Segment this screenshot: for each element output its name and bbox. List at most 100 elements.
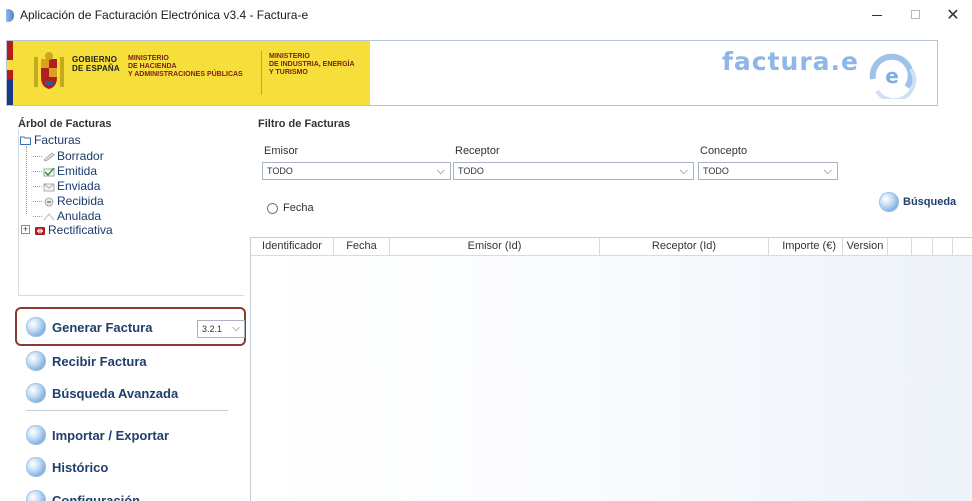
chevron-down-icon: ⌵	[436, 165, 445, 177]
tree-item-enviada[interactable]: Enviada	[33, 179, 100, 193]
orb-icon	[26, 425, 46, 445]
flag-strip	[7, 41, 13, 105]
gobierno-line2: DE ESPAÑA	[72, 64, 120, 73]
government-banner: GOBIERNO DE ESPAÑA MINISTERIO DE HACIEND…	[7, 41, 370, 105]
window-title: Aplicación de Facturación Electrónica v3…	[20, 8, 309, 22]
tree-item-label: Enviada	[57, 179, 101, 193]
ministerio2-line3: Y TURISMO	[269, 69, 308, 76]
banner-divider	[261, 51, 262, 95]
fecha-label: Fecha	[283, 202, 314, 214]
tree-item-label: Rectificativa	[48, 223, 113, 237]
chevron-down-icon: ⌵	[232, 323, 240, 334]
invoices-table: Identificador Fecha Emisor (Id) Receptor…	[250, 237, 972, 501]
column-header-emisor[interactable]: Emisor (Id)	[390, 238, 600, 256]
column-header-importe[interactable]: Importe (€)	[769, 238, 843, 256]
orb-icon	[879, 192, 899, 212]
generar-factura-label: Generar Factura	[52, 319, 153, 335]
tree-title: Árbol de Facturas	[18, 118, 112, 130]
pencil-icon	[43, 152, 55, 162]
fecha-radio[interactable]: Fecha	[267, 202, 314, 214]
gobierno-line1: GOBIERNO	[72, 55, 118, 64]
recibir-factura-button[interactable]: Recibir Factura	[26, 348, 147, 374]
column-header-extra2[interactable]	[912, 238, 933, 256]
table-header: Identificador Fecha Emisor (Id) Receptor…	[251, 238, 972, 256]
column-header-extra1[interactable]	[888, 238, 912, 256]
emisor-label: Emisor	[264, 145, 299, 157]
concepto-select[interactable]: TODO ⌵	[698, 162, 838, 180]
historico-label: Histórico	[52, 459, 109, 475]
column-header-receptor[interactable]: Receptor (Id)	[600, 238, 769, 256]
concepto-label: Concepto	[700, 145, 748, 157]
tree-item-emitida[interactable]: Emitida	[33, 164, 97, 178]
orb-icon	[26, 457, 46, 477]
emisor-value: TODO	[267, 166, 293, 176]
tree-item-label: Emitida	[57, 164, 98, 178]
importar-exportar-label: Importar / Exportar	[52, 427, 170, 443]
tree-item-rectificativa[interactable]: Rectificativa	[34, 223, 113, 237]
chevron-down-icon: ⌵	[679, 165, 688, 177]
recibir-factura-label: Recibir Factura	[52, 353, 147, 369]
column-header-fecha[interactable]: Fecha	[334, 238, 390, 256]
ministerio1-line2: DE HACIENDA	[128, 63, 177, 70]
tree-connector	[33, 186, 42, 188]
chevron-down-icon: ⌵	[823, 165, 832, 177]
coat-of-arms-icon	[34, 52, 64, 89]
tree-item-label: Recibida	[57, 194, 104, 208]
configuracion-button-clip: Configuración	[26, 487, 140, 501]
header-banner: GOBIERNO DE ESPAÑA MINISTERIO DE HACIEND…	[6, 40, 938, 106]
minimize-button[interactable]	[862, 4, 892, 26]
ministerio1-line1: MINISTERIO	[128, 55, 169, 62]
inbox-icon	[44, 197, 54, 207]
column-header-extra3[interactable]	[933, 238, 953, 256]
tree-connector	[33, 201, 42, 203]
tree-item-label: Borrador	[57, 149, 104, 163]
importar-exportar-button[interactable]: Importar / Exportar	[26, 422, 169, 448]
facturae-logo-text: factura.e	[722, 47, 859, 76]
ministerio-hacienda-label: MINISTERIO DE HACIENDA Y ADMINISTRACIONE…	[128, 55, 243, 79]
busqueda-avanzada-button[interactable]: Búsqueda Avanzada	[26, 380, 178, 406]
folder-icon	[20, 136, 31, 145]
cancelled-icon	[43, 213, 55, 221]
tree-item-recibida[interactable]: Recibida	[33, 194, 104, 208]
configuracion-label: Configuración	[52, 492, 141, 501]
svg-text:e: e	[885, 64, 899, 88]
actions-divider	[26, 410, 228, 411]
column-header-version[interactable]: Version	[843, 238, 888, 256]
orb-icon	[26, 490, 46, 501]
facturae-logo-icon: e	[869, 53, 917, 99]
tree-root-facturas[interactable]: Facturas	[34, 133, 81, 147]
generar-factura-button[interactable]: Generar Factura	[26, 314, 152, 340]
historico-button[interactable]: Histórico	[26, 454, 108, 480]
receptor-value: TODO	[458, 166, 484, 176]
check-document-icon	[43, 167, 55, 177]
column-header-identificador[interactable]: Identificador	[251, 238, 334, 256]
ministerio-industria-label: MINISTERIO DE INDUSTRIA, ENERGÍA Y TURIS…	[269, 53, 355, 77]
busqueda-button[interactable]: Búsqueda	[879, 192, 956, 212]
tree-item-borrador[interactable]: Borrador	[33, 149, 104, 163]
orb-icon	[26, 351, 46, 371]
busqueda-label: Búsqueda	[903, 196, 957, 208]
orb-icon	[26, 317, 46, 337]
orb-icon	[26, 383, 46, 403]
tree-connector	[26, 146, 27, 214]
tree-connector	[33, 171, 42, 173]
gobierno-label: GOBIERNO DE ESPAÑA	[72, 55, 120, 73]
configuracion-button[interactable]: Configuración	[26, 487, 140, 501]
expand-rectificativa-toggle[interactable]: +	[21, 225, 30, 234]
radio-circle	[267, 202, 278, 214]
ministerio2-line2: DE INDUSTRIA, ENERGÍA	[269, 61, 355, 68]
envelope-icon	[43, 183, 55, 192]
window-titlebar: Aplicación de Facturación Electrónica v3…	[0, 0, 972, 32]
tree-item-anulada[interactable]: Anulada	[33, 209, 101, 223]
receptor-select[interactable]: TODO ⌵	[453, 162, 694, 180]
minimize-icon	[872, 15, 882, 16]
emisor-select[interactable]: TODO ⌵	[262, 162, 451, 180]
maximize-icon	[910, 10, 920, 19]
close-button[interactable]: ✕	[938, 4, 968, 26]
tree-item-label: Anulada	[57, 209, 102, 223]
version-select[interactable]: 3.2.1 ⌵	[197, 320, 245, 338]
filter-title: Filtro de Facturas	[258, 118, 351, 130]
concepto-value: TODO	[703, 166, 729, 176]
maximize-button[interactable]	[900, 4, 930, 26]
ministerio1-line3: Y ADMINISTRACIONES PÚBLICAS	[128, 71, 243, 78]
